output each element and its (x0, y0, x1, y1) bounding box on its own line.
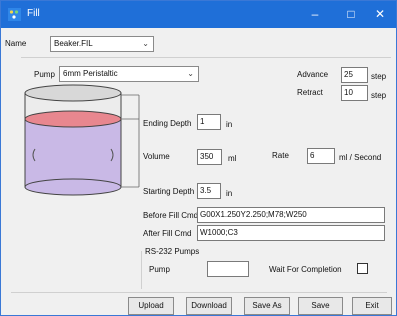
wait-for-completion-checkbox[interactable] (357, 263, 368, 274)
advance-label: Advance (297, 70, 329, 79)
save-as-button-label: Save As (252, 301, 282, 310)
name-label: Name (5, 39, 27, 48)
download-button-label: Download (191, 301, 227, 310)
app-icon (8, 8, 21, 21)
retract-unit: step (371, 91, 387, 100)
ending-depth-input[interactable]: 1 (197, 114, 221, 130)
upload-button[interactable]: Upload (128, 297, 174, 315)
advance-unit: step (371, 72, 387, 81)
retract-input[interactable]: 10 (341, 85, 368, 101)
download-button[interactable]: Download (186, 297, 232, 315)
exit-button[interactable]: Exit (352, 297, 392, 315)
button-bar-divider (11, 292, 387, 293)
rate-label: Rate (272, 151, 289, 160)
close-button[interactable]: ✕ (362, 1, 397, 28)
rate-input[interactable]: 6 (307, 148, 335, 164)
save-button-label: Save (311, 301, 330, 310)
starting-depth-input[interactable]: 3.5 (197, 183, 221, 199)
name-combobox[interactable]: Beaker.FIL ⌄ (50, 36, 154, 52)
volume-input[interactable]: 350 (197, 149, 222, 165)
after-fill-input[interactable]: W1000;C3 (197, 225, 385, 241)
rs232-group-border (141, 251, 142, 289)
window-title: Fill (27, 8, 40, 19)
ending-depth-unit: in (226, 120, 233, 129)
rate-unit: ml / Second (339, 153, 382, 162)
wait-for-completion-label: Wait For Completion (269, 265, 342, 274)
volume-label: Volume (143, 152, 170, 161)
exit-button-label: Exit (365, 301, 379, 310)
starting-depth-label: Starting Depth (143, 187, 195, 196)
fill-window: Fill – □ ✕ Name Beaker.FIL ⌄ Pump 6mm Pe… (0, 0, 397, 316)
before-fill-label: Before Fill Cmd (143, 211, 199, 220)
advance-input[interactable]: 25 (341, 67, 368, 83)
chevron-down-icon: ⌄ (142, 39, 149, 48)
pump-value: 6mm Peristaltic (63, 69, 118, 78)
pump-label: Pump (34, 70, 55, 79)
beaker-illustration (24, 84, 140, 196)
chevron-down-icon: ⌄ (187, 69, 194, 78)
rs232-group-label: RS-232 Pumps (145, 247, 200, 256)
upload-button-label: Upload (138, 301, 164, 310)
save-as-button[interactable]: Save As (244, 297, 290, 315)
name-value: Beaker.FIL (54, 39, 93, 48)
pump-combobox[interactable]: 6mm Peristaltic ⌄ (59, 66, 199, 82)
minimize-button[interactable]: – (297, 1, 333, 28)
volume-unit: ml (228, 154, 237, 163)
ending-depth-label: Ending Depth (143, 119, 192, 128)
title-bar[interactable]: Fill – □ ✕ (1, 1, 396, 28)
rs232-pump-input[interactable] (207, 261, 249, 277)
save-button[interactable]: Save (298, 297, 343, 315)
after-fill-label: After Fill Cmd (143, 229, 192, 238)
group-divider (21, 57, 391, 58)
retract-label: Retract (297, 88, 323, 97)
before-fill-input[interactable]: G00X1.250Y2.250;M78;W250 (197, 207, 385, 223)
rs232-pump-label: Pump (149, 265, 170, 274)
starting-depth-unit: in (226, 189, 233, 198)
